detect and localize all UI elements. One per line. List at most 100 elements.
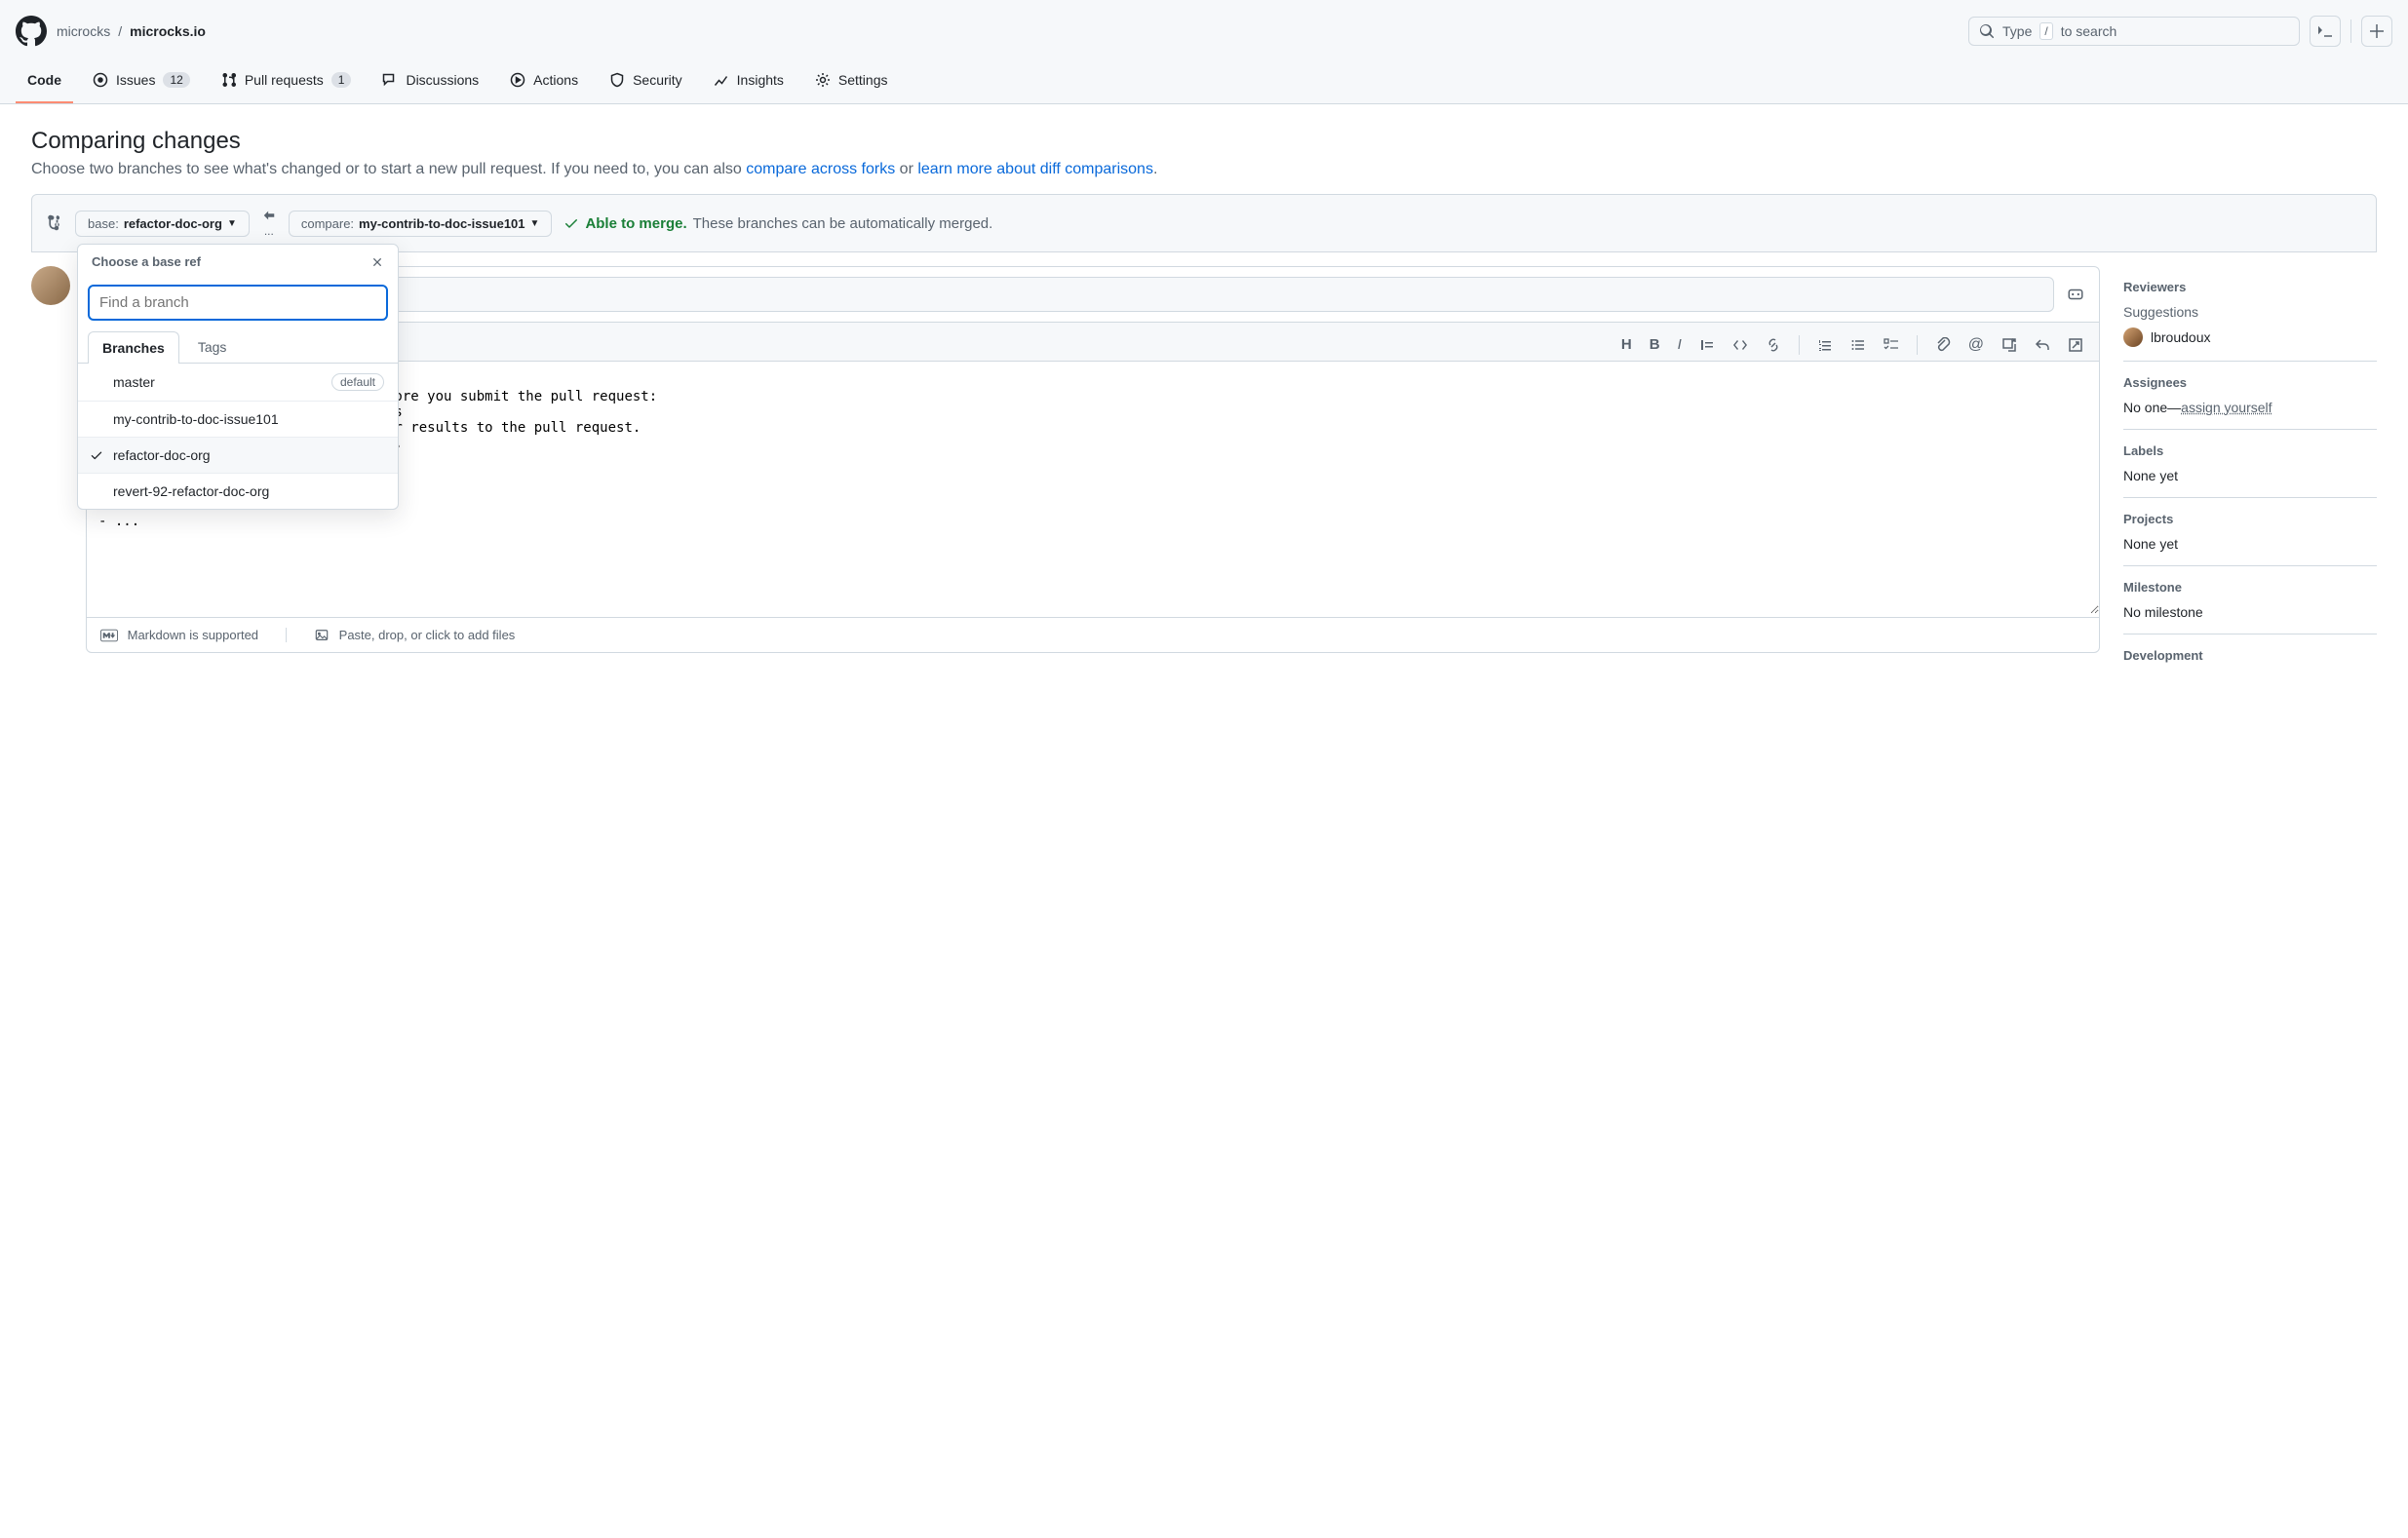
projects-title[interactable]: Projects (2123, 512, 2377, 526)
branch-name: master (113, 374, 155, 390)
search-placeholder-pre: Type (2002, 23, 2032, 39)
branch-search-input[interactable] (88, 285, 388, 321)
dropdown-tab-tags[interactable]: Tags (183, 330, 242, 363)
nav-code-label: Code (27, 72, 61, 88)
branch-name: revert-92-refactor-doc-org (113, 483, 269, 499)
task-list-button[interactable] (1884, 337, 1899, 353)
global-search[interactable]: Type / to search (1968, 17, 2300, 46)
search-placeholder-post: to search (2061, 23, 2117, 39)
nav-issues[interactable]: Issues 12 (81, 64, 202, 103)
nav-discussions-label: Discussions (406, 72, 479, 88)
arrow-left-icon (261, 209, 277, 222)
assign-yourself-link[interactable]: assign yourself (2181, 400, 2272, 415)
user-avatar[interactable] (31, 266, 70, 305)
milestone-none: No milestone (2123, 604, 2377, 620)
milestone-title[interactable]: Milestone (2123, 580, 2377, 595)
discussion-icon (382, 72, 398, 88)
unordered-list-button[interactable] (1850, 337, 1866, 353)
shield-icon (609, 72, 625, 88)
branch-option[interactable]: refactor-doc-org (78, 437, 398, 473)
breadcrumb-slash: / (118, 23, 122, 39)
reviewers-suggestions-label: Suggestions (2123, 304, 2377, 320)
assignees-title[interactable]: Assignees (2123, 375, 2377, 390)
chevron-down-icon: ▼ (530, 218, 540, 229)
nav-insights[interactable]: Insights (702, 64, 796, 103)
dropdown-tab-branches[interactable]: Branches (88, 331, 179, 364)
page-title: Comparing changes (31, 128, 2377, 155)
reviewers-title[interactable]: Reviewers (2123, 280, 2377, 294)
copilot-button[interactable] (2062, 281, 2089, 308)
gear-icon (815, 72, 831, 88)
divider (2350, 19, 2351, 43)
close-button[interactable] (370, 255, 384, 269)
compare-arrow: ... (261, 209, 277, 238)
toolbar-divider (1799, 335, 1800, 355)
markdown-hint[interactable]: Markdown is supported (100, 628, 258, 642)
check-icon (563, 215, 579, 231)
compare-branch-button[interactable]: compare: my-contrib-to-doc-issue101 ▼ (289, 211, 553, 237)
check-icon (90, 448, 103, 462)
command-palette-button[interactable] (2310, 16, 2341, 47)
reply-button[interactable] (2035, 337, 2050, 353)
close-icon (370, 255, 384, 269)
nav-pulls-label: Pull requests (245, 72, 324, 88)
base-ref-dropdown: Choose a base ref Branches Tags master de… (77, 244, 399, 510)
attach-button[interactable] (1935, 337, 1951, 353)
default-badge: default (331, 373, 384, 391)
branch-option[interactable]: my-contrib-to-doc-issue101 (78, 401, 398, 437)
assignees-none: No one— (2123, 400, 2181, 415)
play-icon (510, 72, 525, 88)
bold-button[interactable]: B (1650, 336, 1660, 353)
dropdown-title: Choose a base ref (92, 254, 201, 269)
search-icon (1979, 23, 1995, 39)
nav-pulls[interactable]: Pull requests 1 (210, 64, 364, 103)
labels-none: None yet (2123, 468, 2377, 483)
branch-name: my-contrib-to-doc-issue101 (113, 411, 279, 427)
nav-actions-label: Actions (533, 72, 578, 88)
reviewer-suggestion[interactable]: lbroudoux (2123, 327, 2377, 347)
repo-owner[interactable]: microcks (57, 23, 110, 39)
ordered-list-button[interactable] (1817, 337, 1833, 353)
code-button[interactable] (1732, 337, 1748, 353)
development-title[interactable]: Development (2123, 648, 2377, 663)
diff-docs-link[interactable]: learn more about diff comparisons (917, 161, 1153, 177)
italic-button[interactable]: I (1678, 336, 1682, 353)
branch-option[interactable]: master default (78, 364, 398, 401)
quote-button[interactable] (1699, 337, 1715, 353)
slash-key-hint: / (2039, 22, 2052, 40)
nav-code[interactable]: Code (16, 64, 73, 103)
compare-icon (46, 214, 63, 232)
nav-discussions[interactable]: Discussions (370, 64, 490, 103)
breadcrumb: microcks / microcks.io (57, 23, 206, 39)
image-icon (314, 629, 330, 642)
mention-button[interactable]: @ (1968, 336, 1984, 354)
add-button[interactable] (2361, 16, 2392, 47)
repo-name[interactable]: microcks.io (130, 23, 206, 39)
issue-icon (93, 72, 108, 88)
nav-security[interactable]: Security (598, 64, 694, 103)
github-logo[interactable] (16, 16, 47, 47)
nav-actions[interactable]: Actions (498, 64, 590, 103)
base-branch-button[interactable]: base: refactor-doc-org ▼ (75, 211, 250, 237)
pull-request-icon (221, 72, 237, 88)
toolbar-divider (1917, 335, 1918, 355)
branch-option[interactable]: revert-92-refactor-doc-org (78, 473, 398, 509)
issues-count: 12 (163, 72, 189, 88)
reviewer-avatar (2123, 327, 2143, 347)
copilot-icon (2067, 286, 2084, 303)
nav-insights-label: Insights (737, 72, 784, 88)
labels-title[interactable]: Labels (2123, 443, 2377, 458)
fullscreen-button[interactable] (2068, 337, 2083, 353)
files-hint[interactable]: Paste, drop, or click to add files (314, 628, 515, 642)
sidebar: Reviewers Suggestions lbroudoux Assignee… (2123, 266, 2377, 686)
compare-forks-link[interactable]: compare across forks (746, 161, 895, 177)
nav-security-label: Security (633, 72, 682, 88)
merge-status: Able to merge. These branches can be aut… (563, 215, 992, 232)
heading-button[interactable]: H (1621, 336, 1632, 353)
pulls-count: 1 (331, 72, 352, 88)
branch-name: refactor-doc-org (113, 447, 211, 463)
cross-reference-button[interactable] (2001, 337, 2017, 353)
nav-settings[interactable]: Settings (803, 64, 900, 103)
link-button[interactable] (1766, 337, 1781, 353)
compare-bar: base: refactor-doc-org ▼ ... compare: my… (31, 194, 2377, 252)
